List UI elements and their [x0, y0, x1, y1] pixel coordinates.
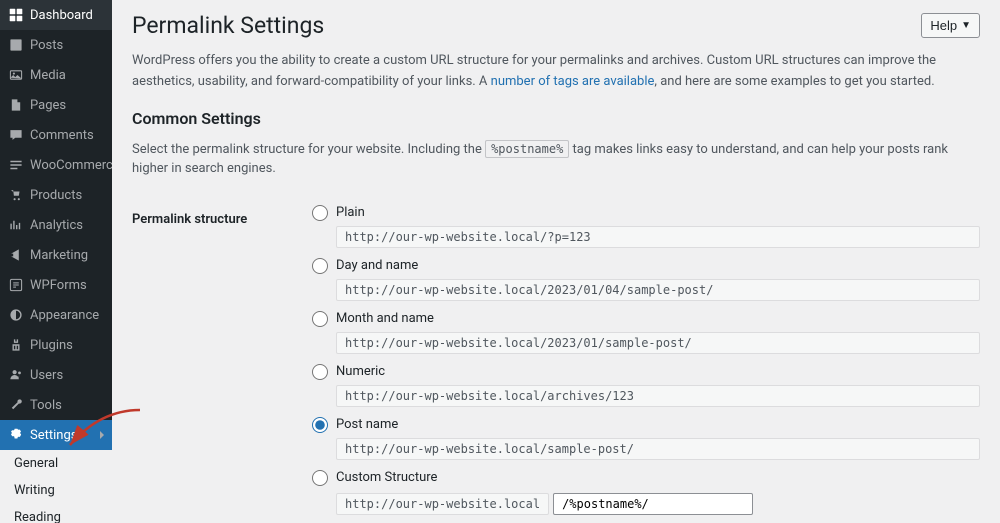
custom-base-url: http://our-wp-website.local [336, 493, 549, 515]
option-custom-label[interactable]: Custom Structure [312, 470, 980, 486]
plugins-icon [8, 337, 24, 353]
help-label: Help [930, 18, 957, 33]
sidebar-item-posts[interactable]: Posts [0, 30, 112, 60]
products-icon [8, 187, 24, 203]
radio-plain[interactable] [312, 205, 328, 221]
radio-post-name[interactable] [312, 417, 328, 433]
settings-icon [8, 427, 24, 443]
desc-part1: Select the permalink structure for your … [132, 142, 485, 157]
sidebar-item-settings[interactable]: Settings [0, 420, 112, 450]
media-icon [8, 67, 24, 83]
wpforms-icon [8, 277, 24, 293]
month-name-url: http://our-wp-website.local/2023/01/samp… [336, 332, 980, 354]
sidebar-item-label: Pages [30, 98, 66, 113]
option-custom: Custom Structure http://our-wp-website.l… [312, 470, 980, 523]
posts-icon [8, 37, 24, 53]
sidebar: Dashboard Posts Media Pages Comments Woo… [0, 0, 112, 523]
option-plain-label[interactable]: Plain [312, 205, 980, 221]
sidebar-item-analytics[interactable]: Analytics [0, 210, 112, 240]
main-content: Permalink Settings Help ▼ WordPress offe… [112, 0, 1000, 523]
chevron-down-icon: ▼ [961, 20, 971, 31]
desc-text2: , and here are some examples to get you … [654, 74, 934, 89]
sidebar-item-pages[interactable]: Pages [0, 90, 112, 120]
sidebar-item-label: WooCommerce [30, 158, 112, 173]
help-button[interactable]: Help ▼ [921, 13, 980, 38]
custom-struct-input[interactable] [553, 493, 753, 515]
option-month-name: Month and name http://our-wp-website.loc… [312, 311, 980, 354]
page-description: WordPress offers you the ability to crea… [132, 51, 980, 93]
appearance-icon [8, 307, 24, 323]
radio-month-name[interactable] [312, 311, 328, 327]
common-settings-title: Common Settings [132, 109, 980, 128]
sidebar-item-label: Users [30, 368, 63, 383]
sidebar-item-label: Products [30, 188, 82, 203]
tags-link[interactable]: number of tags are available [491, 74, 655, 89]
page-title: Permalink Settings [132, 12, 324, 39]
option-numeric-label[interactable]: Numeric [312, 364, 980, 380]
pages-icon [8, 97, 24, 113]
sidebar-item-users[interactable]: Users [0, 360, 112, 390]
sidebar-item-marketing[interactable]: Marketing [0, 240, 112, 270]
settings-submenu: General Writing Reading Discussion Media… [0, 450, 112, 523]
sidebar-item-label: Posts [30, 38, 63, 53]
marketing-icon [8, 247, 24, 263]
sidebar-item-label: Marketing [30, 248, 88, 263]
common-settings-desc: Select the permalink structure for your … [132, 140, 980, 179]
sidebar-item-label: Dashboard [30, 8, 93, 23]
sidebar-item-tools[interactable]: Tools [0, 390, 112, 420]
submenu-item-reading[interactable]: Reading [0, 504, 112, 523]
dashboard-icon [8, 7, 24, 23]
sidebar-item-wpforms[interactable]: WPForms [0, 270, 112, 300]
custom-struct-row: http://our-wp-website.local [336, 493, 980, 515]
option-post-name-label[interactable]: Post name [312, 417, 980, 433]
woocommerce-icon [8, 157, 24, 173]
sidebar-item-appearance[interactable]: Appearance [0, 300, 112, 330]
option-plain: Plain http://our-wp-website.local/?p=123 [312, 205, 980, 248]
sidebar-item-label: Appearance [30, 308, 99, 323]
option-numeric: Numeric http://our-wp-website.local/arch… [312, 364, 980, 407]
permalink-structure-label: Permalink structure [132, 195, 312, 523]
sidebar-item-label: Media [30, 68, 66, 83]
submenu-item-general[interactable]: General [0, 450, 112, 477]
sidebar-item-products[interactable]: Products [0, 180, 112, 210]
sidebar-item-comments[interactable]: Comments [0, 120, 112, 150]
permalink-form-table: Permalink structure Plain http://our-wp-… [132, 195, 980, 523]
sidebar-item-label: Analytics [30, 218, 83, 233]
day-name-url: http://our-wp-website.local/2023/01/04/s… [336, 279, 980, 301]
permalink-structure-row: Permalink structure Plain http://our-wp-… [132, 195, 980, 523]
comments-icon [8, 127, 24, 143]
sidebar-item-label: Comments [30, 128, 94, 143]
sidebar-item-plugins[interactable]: Plugins [0, 330, 112, 360]
sidebar-item-label: WPForms [30, 278, 87, 293]
content-area: Permalink Settings Help ▼ WordPress offe… [112, 0, 1000, 523]
sidebar-item-label: Plugins [30, 338, 73, 353]
numeric-url: http://our-wp-website.local/archives/123 [336, 385, 980, 407]
sidebar-item-dashboard[interactable]: Dashboard [0, 0, 112, 30]
radio-custom[interactable] [312, 470, 328, 486]
postname-code: %postname% [485, 140, 569, 158]
submenu-item-writing[interactable]: Writing [0, 477, 112, 504]
option-month-name-label[interactable]: Month and name [312, 311, 980, 327]
option-day-name: Day and name http://our-wp-website.local… [312, 258, 980, 301]
sidebar-item-label: Settings [30, 428, 77, 443]
page-header: Permalink Settings Help ▼ [132, 12, 980, 39]
sidebar-item-label: Tools [30, 398, 62, 413]
sidebar-item-media[interactable]: Media [0, 60, 112, 90]
option-post-name: Post name http://our-wp-website.local/sa… [312, 417, 980, 460]
post-name-url: http://our-wp-website.local/sample-post/ [336, 438, 980, 460]
tools-icon [8, 397, 24, 413]
sidebar-item-woocommerce[interactable]: WooCommerce [0, 150, 112, 180]
option-day-name-label[interactable]: Day and name [312, 258, 980, 274]
analytics-icon [8, 217, 24, 233]
users-icon [8, 367, 24, 383]
radio-day-name[interactable] [312, 258, 328, 274]
radio-numeric[interactable] [312, 364, 328, 380]
permalink-options: Plain http://our-wp-website.local/?p=123… [312, 195, 980, 523]
plain-url: http://our-wp-website.local/?p=123 [336, 226, 980, 248]
